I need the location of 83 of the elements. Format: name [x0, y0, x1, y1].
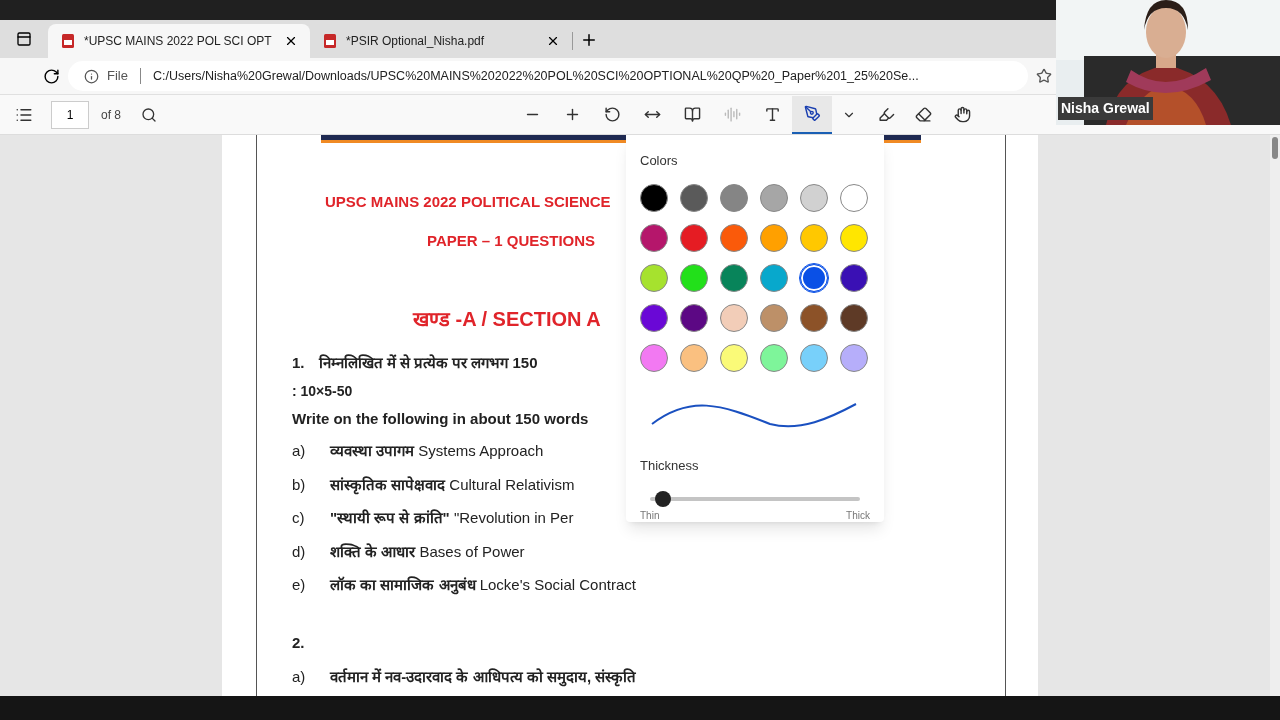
text-icon[interactable] [763, 106, 781, 123]
info-icon[interactable] [84, 68, 99, 84]
close-icon[interactable] [284, 34, 298, 48]
color-swatch[interactable] [760, 223, 788, 252]
thickness-slider[interactable] [650, 491, 860, 507]
color-swatch[interactable] [840, 263, 868, 292]
item-label: a) [292, 667, 307, 687]
question-number: 2. [292, 632, 305, 653]
min-label: Thin [640, 509, 660, 523]
browser-tab[interactable]: *PSIR Optional_Nisha.pdf [310, 24, 572, 58]
thickness-label: Thickness [640, 456, 700, 475]
tab-actions-icon[interactable] [16, 31, 32, 47]
pen-button[interactable] [792, 95, 832, 134]
item-label: a) [292, 441, 307, 461]
scrollbar[interactable] [1270, 135, 1280, 696]
color-swatch[interactable] [800, 223, 828, 252]
question-number: 1. [292, 353, 305, 373]
page-count: of 8 [101, 106, 121, 124]
color-swatch[interactable] [680, 183, 708, 212]
favorite-icon[interactable] [1036, 68, 1052, 84]
item-text: "स्थायी रूप से क्रांति" "Revolution in Per [330, 508, 574, 528]
eraser-icon[interactable] [914, 106, 932, 123]
color-swatch[interactable] [800, 263, 828, 292]
color-swatch[interactable] [720, 223, 748, 252]
item-label: e) [292, 575, 307, 595]
color-swatch[interactable] [640, 343, 668, 372]
color-swatch[interactable] [760, 183, 788, 212]
color-swatch[interactable] [760, 303, 788, 332]
color-swatch[interactable] [720, 263, 748, 292]
color-swatch[interactable] [840, 343, 868, 372]
item-text: लॉक का सामाजिक अनुबंध Locke's Social Contract [330, 575, 636, 597]
color-swatch[interactable] [680, 263, 708, 292]
color-swatch[interactable] [640, 303, 668, 332]
reload-icon[interactable] [43, 67, 60, 85]
search-icon[interactable] [141, 106, 157, 123]
color-swatch[interactable] [680, 303, 708, 332]
tab-title: *PSIR Optional_Nisha.pdf [346, 33, 486, 50]
item-text: व्यवस्था उपागम Systems Approach [330, 441, 544, 461]
item-label: b) [292, 474, 307, 495]
pdf-file-icon [60, 33, 76, 49]
color-swatch[interactable] [720, 303, 748, 332]
max-label: Thick [846, 509, 870, 523]
item-label: d) [292, 541, 307, 562]
question-text: निम्नलिखित में से प्रत्येक पर लगभग 150 [318, 353, 538, 373]
page-number-field[interactable]: 1 [51, 100, 89, 129]
document-title: UPSC MAINS 2022 POLITICAL SCIENCE [325, 192, 611, 212]
color-swatch[interactable] [840, 303, 868, 332]
color-swatch[interactable] [800, 183, 828, 212]
color-swatch[interactable] [640, 263, 668, 292]
color-swatch[interactable] [760, 343, 788, 372]
color-swatch[interactable] [760, 263, 788, 292]
item-text: सांस्कृतिक सापेक्षवाद Cultural Relativism [330, 474, 575, 496]
url-text: C:/Users/Nisha%20Grewal/Downloads/UPSC%20MAINS%202022%20POL%20SCI%20OPTIONAL%20QP%20_Paper%201_25%20Se... [152, 67, 919, 85]
tab-title: *UPSC MAINS 2022 POL SCI OPT [84, 33, 273, 50]
section-heading: खण्ड -A / SECTION A [413, 307, 601, 332]
color-swatch[interactable] [840, 223, 868, 252]
color-swatch[interactable] [640, 183, 668, 212]
color-swatch[interactable] [720, 343, 748, 372]
color-swatch[interactable] [640, 223, 668, 252]
color-swatch[interactable] [720, 183, 748, 212]
rotate-icon[interactable] [603, 106, 621, 123]
item-text: शक्ति के आधार Bases of Power [330, 541, 525, 562]
highlighter-icon[interactable] [877, 106, 895, 123]
participant-name: Nisha Grewal [1058, 97, 1153, 120]
plus-icon[interactable] [580, 31, 598, 49]
pen-icon[interactable] [803, 105, 821, 122]
color-swatch[interactable] [680, 223, 708, 252]
color-swatch[interactable] [680, 343, 708, 372]
browser-tab[interactable]: *UPSC MAINS 2022 POL SCI OPT [48, 24, 310, 58]
color-swatch[interactable] [840, 183, 868, 212]
item-label: c) [292, 508, 306, 528]
colors-label: Colors [640, 152, 679, 170]
slider-thumb[interactable] [654, 491, 671, 507]
marks-text: : 10×5-50 [292, 381, 353, 401]
color-swatch[interactable] [800, 303, 828, 332]
question-english: Write on the following in about 150 words [292, 408, 589, 429]
document-subtitle: PAPER – 1 QUESTIONS [427, 230, 596, 251]
item-text: वर्तमान में नव-उदारवाद के आधिपत्य को समुदाय, संस्कृति [330, 667, 637, 689]
pdf-file-icon [322, 33, 338, 49]
color-swatch[interactable] [800, 343, 828, 372]
scheme-label: File [107, 67, 128, 86]
close-icon[interactable] [546, 34, 560, 48]
address-field[interactable]: File C:/Users/Nisha%20Grewal/Downloads/UPSC%20MAINS%202022%20POL%20SCI%20OPTIONAL%20QP%20_Paper%201_25%20Se... [68, 61, 1028, 91]
